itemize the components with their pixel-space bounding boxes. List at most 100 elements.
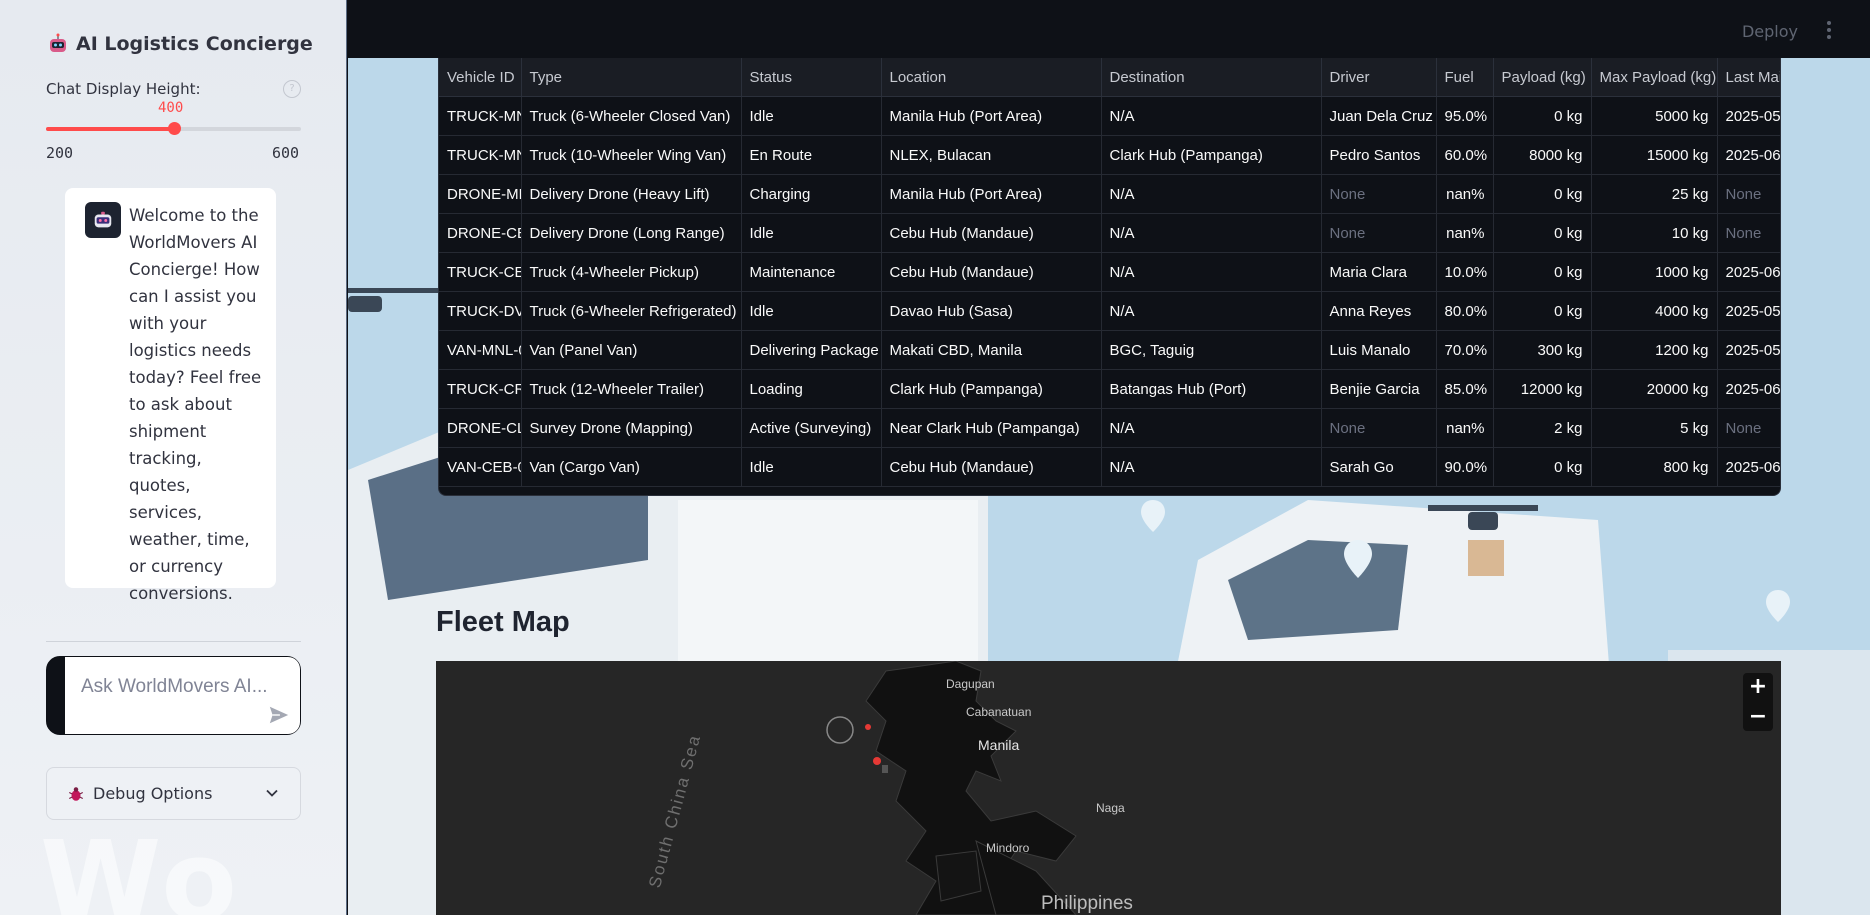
table-cell: Cebu Hub (Mandaue): [881, 447, 1102, 487]
table-cell: 2025-05-: [1717, 291, 1780, 331]
column-header[interactable]: Status: [741, 58, 882, 97]
help-icon[interactable]: ?: [283, 80, 301, 98]
table-cell: Delivery Drone (Long Range): [521, 213, 742, 253]
table-cell: N/A: [1101, 96, 1322, 136]
table-cell: N/A: [1101, 174, 1322, 214]
column-header[interactable]: Location: [881, 58, 1102, 97]
table-cell: DRONE-CLA: [439, 408, 522, 448]
debug-options-label: Debug Options: [93, 784, 213, 803]
table-cell: DRONE-CEB: [439, 213, 522, 253]
table-cell: Clark Hub (Pampanga): [881, 369, 1102, 409]
table-header-row: Vehicle ID Type Status Location Destination D…: [439, 58, 1780, 97]
table-cell: Charging: [741, 174, 882, 214]
table-cell: Manila Hub (Port Area): [881, 174, 1102, 214]
column-header[interactable]: Fuel: [1436, 58, 1494, 97]
table-cell: NLEX, Bulacan: [881, 135, 1102, 175]
table-cell: VAN-CEB-00: [439, 447, 522, 487]
slider-thumb[interactable]: [167, 122, 181, 135]
table-cell: 20000 kg: [1591, 369, 1718, 409]
table-row[interactable]: TRUCK-CEBTruck (4-Wheeler Pickup)Mainten…: [439, 252, 1780, 292]
table-cell: 1000 kg: [1591, 252, 1718, 292]
table-cell: nan%: [1436, 174, 1494, 214]
table-cell: Truck (6-Wheeler Refrigerated): [521, 291, 742, 331]
chat-input[interactable]: [79, 675, 283, 699]
assistant-avatar: [85, 202, 121, 238]
table-row[interactable]: TRUCK-DVOTruck (6-Wheeler Refrigerated)I…: [439, 291, 1780, 331]
table-row[interactable]: TRUCK-MNLTruck (6-Wheeler Closed Van)Idl…: [439, 96, 1780, 136]
zoom-in-button[interactable]: +: [1743, 673, 1773, 701]
table-cell: Idle: [741, 213, 882, 253]
send-icon[interactable]: [268, 704, 290, 726]
table-cell: 0 kg: [1493, 252, 1592, 292]
table-row[interactable]: VAN-MNL-00Van (Panel Van)Delivering Pack…: [439, 330, 1780, 370]
table-cell: Truck (12-Wheeler Trailer): [521, 369, 742, 409]
sidebar: Wo AI Logistics Concierge Chat Display H…: [0, 0, 347, 915]
table-cell: 0 kg: [1493, 291, 1592, 331]
column-header[interactable]: Driver: [1321, 58, 1437, 97]
table-cell: 8000 kg: [1493, 135, 1592, 175]
fleet-table[interactable]: Vehicle ID Type Status Location Destination D…: [438, 58, 1781, 496]
map-zoom-controls: + −: [1743, 673, 1773, 731]
top-bar: Deploy: [348, 0, 1870, 58]
table-cell: Maintenance: [741, 252, 882, 292]
column-header[interactable]: Vehicle ID: [439, 58, 522, 97]
map-label-manila: Manila: [978, 737, 1020, 753]
height-slider[interactable]: [46, 122, 301, 135]
table-cell: 2025-05-: [1717, 96, 1780, 136]
table-cell: N/A: [1101, 408, 1322, 448]
table-cell: 85.0%: [1436, 369, 1494, 409]
chat-input-box[interactable]: [46, 656, 301, 735]
table-cell: Truck (10-Wheeler Wing Van): [521, 135, 742, 175]
column-header[interactable]: Max Payload (kg): [1591, 58, 1718, 97]
table-cell: Truck (6-Wheeler Closed Van): [521, 96, 742, 136]
table-row[interactable]: DRONE-MNDelivery Drone (Heavy Lift)Charg…: [439, 174, 1780, 214]
slider-min-label: 200: [46, 144, 74, 162]
chat-message: Welcome to the WorldMovers AI Concierge!…: [65, 188, 276, 603]
table-row[interactable]: VAN-CEB-00Van (Cargo Van)IdleCebu Hub (M…: [439, 447, 1780, 487]
table-cell: 12000 kg: [1493, 369, 1592, 409]
table-cell: 70.0%: [1436, 330, 1494, 370]
table-cell: TRUCK-CRK: [439, 369, 522, 409]
table-cell: 300 kg: [1493, 330, 1592, 370]
table-cell: Survey Drone (Mapping): [521, 408, 742, 448]
chat-input-area: [65, 657, 300, 734]
zoom-out-button[interactable]: −: [1743, 703, 1773, 731]
table-cell: Van (Panel Van): [521, 330, 742, 370]
map-label-philippines: Philippines: [1041, 893, 1133, 914]
table-cell: 10.0%: [1436, 252, 1494, 292]
debug-options-expander[interactable]: Debug Options: [46, 767, 301, 820]
table-cell: Truck (4-Wheeler Pickup): [521, 252, 742, 292]
map-label-cabanatuan: Cabanatuan: [966, 705, 1032, 719]
app-title: AI Logistics Concierge: [46, 32, 313, 56]
map-label-dagupan: Dagupan: [946, 677, 995, 691]
deploy-button[interactable]: Deploy: [1742, 22, 1798, 41]
table-cell: Batangas Hub (Port): [1101, 369, 1322, 409]
fleet-map[interactable]: Dagupan Cabanatuan Manila Naga Mindoro P…: [436, 661, 1781, 915]
table-cell: Juan Dela Cruz: [1321, 96, 1437, 136]
sidebar-watermark: Wo: [40, 817, 241, 915]
table-body: TRUCK-MNLTruck (6-Wheeler Closed Van)Idl…: [439, 96, 1780, 487]
table-cell: 2025-06-: [1717, 135, 1780, 175]
slider-value: 400: [158, 100, 184, 116]
table-cell: 80.0%: [1436, 291, 1494, 331]
column-header[interactable]: Last Mai: [1717, 58, 1780, 97]
table-cell: DRONE-MN: [439, 174, 522, 214]
app-title-text: AI Logistics Concierge: [76, 33, 313, 55]
table-cell: VAN-MNL-00: [439, 330, 522, 370]
column-header[interactable]: Destination: [1101, 58, 1322, 97]
table-row[interactable]: TRUCK-MNLTruck (10-Wheeler Wing Van)En R…: [439, 135, 1780, 175]
table-cell: 90.0%: [1436, 447, 1494, 487]
kebab-menu-icon[interactable]: [1826, 20, 1832, 40]
table-cell: 2025-06-: [1717, 252, 1780, 292]
table-row[interactable]: TRUCK-CRKTruck (12-Wheeler Trailer)Loadi…: [439, 369, 1780, 409]
table-cell: Loading: [741, 369, 882, 409]
table-cell: Manila Hub (Port Area): [881, 96, 1102, 136]
table-cell: Idle: [741, 96, 882, 136]
table-cell: Idle: [741, 291, 882, 331]
map-label-naga: Naga: [1096, 801, 1125, 815]
table-row[interactable]: DRONE-CLASurvey Drone (Mapping)Active (S…: [439, 408, 1780, 448]
column-header[interactable]: Type: [521, 58, 742, 97]
table-cell: 60.0%: [1436, 135, 1494, 175]
column-header[interactable]: Payload (kg): [1493, 58, 1592, 97]
table-row[interactable]: DRONE-CEBDelivery Drone (Long Range)Idle…: [439, 213, 1780, 253]
